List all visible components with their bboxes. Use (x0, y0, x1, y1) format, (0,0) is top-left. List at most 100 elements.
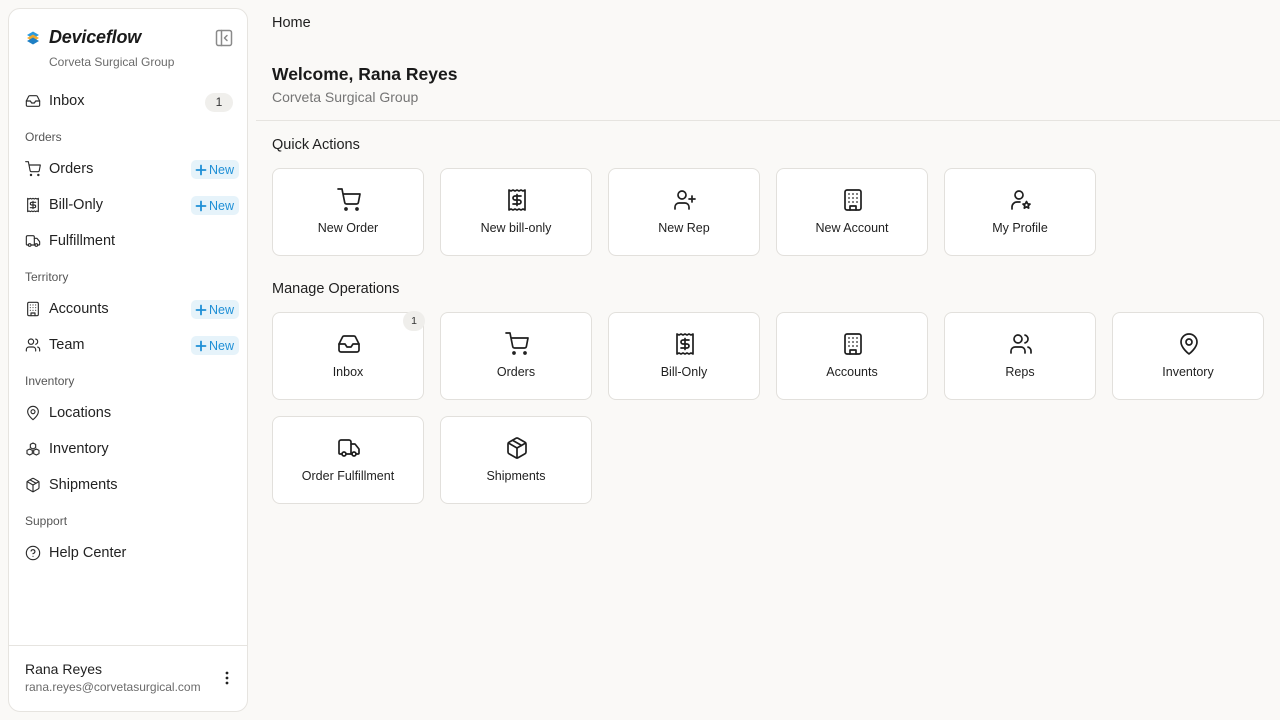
user-star-icon (1011, 190, 1031, 210)
help-circle-icon (25, 545, 41, 561)
card-label: Accounts (826, 365, 878, 379)
card-label: New Rep (658, 221, 710, 235)
cart-icon (505, 332, 529, 355)
building-icon (844, 333, 862, 355)
receipt-icon (508, 189, 526, 211)
package-icon (26, 477, 40, 493)
more-vertical-icon (225, 671, 229, 685)
new-label: New (208, 302, 234, 317)
user-plus-icon (674, 190, 696, 210)
cart-icon (25, 161, 41, 177)
inbox-count-badge: 1 (205, 93, 233, 112)
brand-name: Deviceflow (49, 27, 142, 47)
sidebar-item-accounts[interactable]: Accounts New (17, 294, 241, 324)
section-label-support: Support (25, 514, 68, 528)
sidebar-item-label: Help Center (49, 545, 127, 561)
quick-action-new-order[interactable]: New Order (272, 168, 424, 256)
sidebar-item-bill-only[interactable]: Bill-Only New (17, 190, 241, 220)
cart-icon (337, 188, 361, 211)
new-label: New (208, 198, 234, 213)
card-label: My Profile (992, 221, 1048, 235)
truck-icon (338, 439, 360, 457)
sidebar-item-label: Bill-Only (49, 197, 103, 213)
new-team-member-button[interactable]: New (190, 336, 239, 355)
users-icon (1010, 334, 1032, 354)
brand[interactable]: Deviceflow (25, 27, 141, 48)
quick-action-new-account[interactable]: New Account (776, 168, 928, 256)
quick-action-new-bill-only[interactable]: New bill-only (440, 168, 592, 256)
manage-inventory[interactable]: Inventory (1112, 312, 1264, 400)
sidebar-item-label: Shipments (49, 477, 118, 493)
sidebar-item-orders[interactable]: Orders New (17, 154, 241, 184)
quick-action-my-profile[interactable]: My Profile (944, 168, 1096, 256)
inbox-icon (25, 95, 41, 107)
sidebar-item-label: Team (49, 337, 85, 353)
section-label-inventory: Inventory (25, 374, 75, 388)
card-label: Shipments (486, 469, 546, 483)
sidebar-item-team[interactable]: Team New (17, 330, 241, 360)
quick-action-new-rep[interactable]: New Rep (608, 168, 760, 256)
new-bill-only-button[interactable]: New (190, 196, 239, 215)
new-label: New (208, 338, 234, 353)
boxes-icon (26, 442, 40, 456)
user-account: Rana Reyes rana.reyes@corvetasurgical.co… (9, 645, 247, 711)
card-label: Reps (1005, 365, 1035, 379)
sidebar-item-label: Fulfillment (49, 233, 116, 249)
organization-name: Corveta Surgical Group (49, 55, 175, 69)
plus-icon (195, 340, 207, 351)
user-email: rana.reyes@corvetasurgical.com (25, 680, 201, 694)
sidebar-collapse-button[interactable] (215, 29, 233, 47)
card-label: Orders (496, 365, 536, 379)
card-label: New Order (317, 221, 379, 235)
receipt-icon (676, 333, 694, 355)
manage-shipments[interactable]: Shipments (440, 416, 592, 504)
quick-actions-title: Quick Actions (272, 137, 360, 153)
inbox-count-badge: 1 (403, 311, 425, 331)
manage-operations-title: Manage Operations (272, 281, 400, 297)
section-label-territory: Territory (25, 270, 69, 284)
plus-icon (195, 304, 207, 315)
manage-reps[interactable]: Reps (944, 312, 1096, 400)
page-subtitle: Corveta Surgical Group (272, 89, 419, 105)
sidebar-item-help-center[interactable]: Help Center (17, 538, 241, 568)
card-label: Inbox (332, 365, 364, 379)
map-pin-icon (27, 405, 39, 421)
sidebar-item-label: Accounts (49, 301, 109, 317)
manage-bill-only[interactable]: Bill-Only (608, 312, 760, 400)
card-label: New bill-only (480, 221, 552, 235)
sidebar-item-shipments[interactable]: Shipments (17, 470, 241, 500)
breadcrumb[interactable]: Home (272, 15, 311, 31)
deviceflow-logo-icon (27, 31, 39, 44)
manage-inbox[interactable]: Inbox 1 (272, 311, 425, 400)
section-label-orders: Orders (25, 130, 62, 144)
plus-icon (195, 200, 207, 211)
users-icon (25, 338, 41, 352)
new-label: New (208, 162, 234, 177)
sidebar-item-label: Inbox (49, 93, 85, 109)
plus-icon (195, 164, 207, 175)
building-icon (844, 189, 862, 211)
manage-order-fulfillment[interactable]: Order Fulfillment (272, 416, 424, 504)
manage-orders[interactable]: Orders (440, 312, 592, 400)
sidebar-item-label: Locations (49, 405, 112, 421)
sidebar-item-fulfillment[interactable]: Fulfillment (17, 226, 241, 256)
package-icon (507, 437, 527, 459)
building-icon (27, 301, 39, 317)
card-label: Order Fulfillment (301, 469, 395, 483)
card-label: Bill-Only (660, 365, 708, 379)
sidebar-item-inventory[interactable]: Inventory (17, 434, 241, 464)
sidebar-item-locations[interactable]: Locations (17, 398, 241, 428)
card-label: Inventory (1162, 365, 1214, 379)
sidebar: Deviceflow Corveta Surgical Group Inbox … (8, 8, 248, 712)
user-menu-button[interactable] (219, 670, 235, 686)
new-order-button[interactable]: New (190, 160, 239, 179)
inbox-icon (338, 335, 360, 353)
sidebar-item-label: Orders (49, 161, 94, 177)
page-title: Welcome, Rana Reyes (272, 64, 458, 84)
sidebar-item-label: Inventory (49, 441, 109, 457)
manage-accounts[interactable]: Accounts (776, 312, 928, 400)
panel-collapse-icon (215, 29, 233, 47)
sidebar-item-inbox[interactable]: Inbox 1 (17, 86, 241, 116)
header-divider (256, 120, 1280, 121)
new-account-button[interactable]: New (190, 300, 239, 319)
